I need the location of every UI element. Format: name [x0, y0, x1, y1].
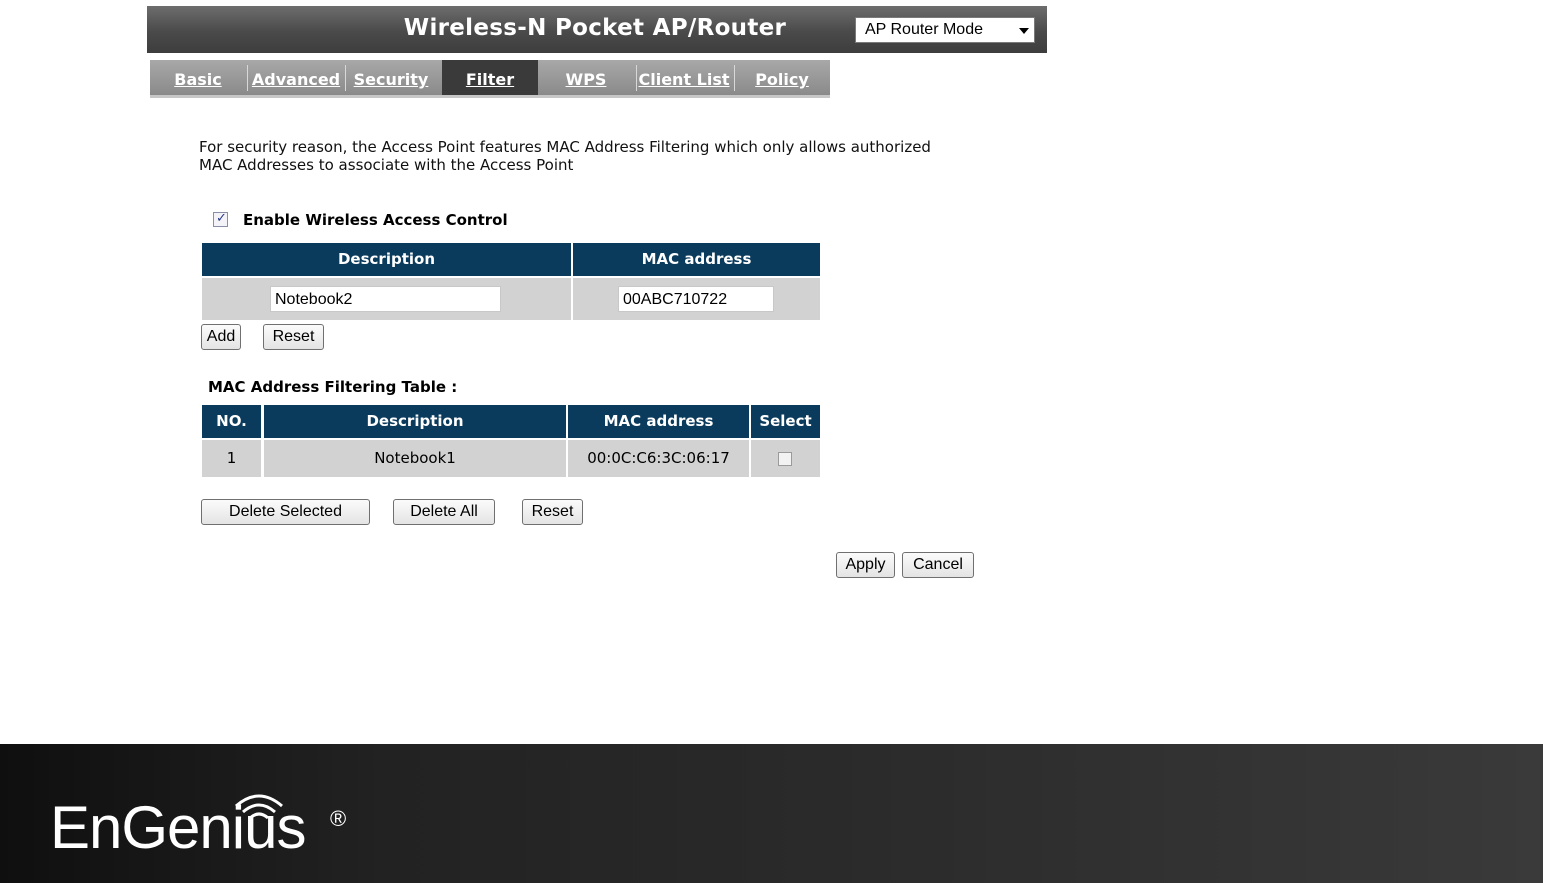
table-row-description: Notebook1	[264, 440, 566, 477]
tab-policy[interactable]: Policy	[734, 60, 830, 95]
enable-access-control-checkbox[interactable]: ✓	[213, 211, 228, 227]
mode-select-value: AP Router Mode	[865, 21, 983, 38]
registered-mark: ®	[330, 806, 347, 831]
footer-bar: EnGenius ®	[0, 744, 1543, 883]
description-input-value: Notebook2	[275, 291, 353, 308]
intro-line-1: For security reason, the Access Point fe…	[199, 138, 931, 156]
entry-col-mac: MAC address	[573, 243, 820, 276]
enable-access-control-label: Enable Wireless Access Control	[243, 211, 508, 229]
intro-line-2: MAC Addresses to associate with the Acce…	[199, 156, 574, 174]
mode-select[interactable]: AP Router Mode	[855, 17, 1035, 43]
tab-filter[interactable]: Filter	[442, 60, 538, 95]
tab-bar: Basic Advanced Security Filter WPS Clien…	[150, 60, 830, 98]
header-bar: Wireless-N Pocket AP/Router AP Router Mo…	[147, 6, 1047, 53]
entry-mac-cell: 00ABC710722	[573, 278, 820, 320]
entry-reset-button[interactable]: Reset	[263, 324, 324, 350]
tab-client-list[interactable]: Client List	[636, 60, 732, 95]
tab-advanced[interactable]: Advanced	[248, 60, 344, 95]
col-mac-address: MAC address	[568, 405, 749, 438]
row-select-checkbox[interactable]	[778, 452, 792, 466]
checkmark-icon: ✓	[216, 211, 227, 226]
tab-wps[interactable]: WPS	[538, 60, 634, 95]
add-button[interactable]: Add	[201, 324, 241, 350]
table-reset-button[interactable]: Reset	[522, 499, 583, 525]
chevron-down-icon	[1019, 28, 1029, 34]
col-select: Select	[751, 405, 820, 438]
delete-all-button[interactable]: Delete All	[393, 499, 495, 525]
mac-address-input[interactable]: 00ABC710722	[618, 286, 774, 312]
table-row-select-cell	[751, 440, 820, 477]
mac-address-input-value: 00ABC710722	[623, 291, 728, 308]
table-row-no: 1	[202, 440, 261, 477]
filter-table-title: MAC Address Filtering Table :	[208, 378, 458, 396]
col-no: NO.	[202, 405, 261, 438]
intro-text: For security reason, the Access Point fe…	[199, 138, 999, 174]
tab-basic[interactable]: Basic	[150, 60, 246, 95]
entry-col-description: Description	[202, 243, 571, 276]
col-description: Description	[264, 405, 566, 438]
entry-description-cell: Notebook2	[202, 278, 571, 320]
tab-security[interactable]: Security	[346, 60, 436, 95]
table-row-mac: 00:0C:C6:3C:06:17	[568, 440, 749, 477]
description-input[interactable]: Notebook2	[270, 286, 501, 312]
wifi-icon	[235, 794, 283, 820]
cancel-button[interactable]: Cancel	[902, 552, 974, 578]
apply-button[interactable]: Apply	[836, 552, 895, 578]
delete-selected-button[interactable]: Delete Selected	[201, 499, 370, 525]
